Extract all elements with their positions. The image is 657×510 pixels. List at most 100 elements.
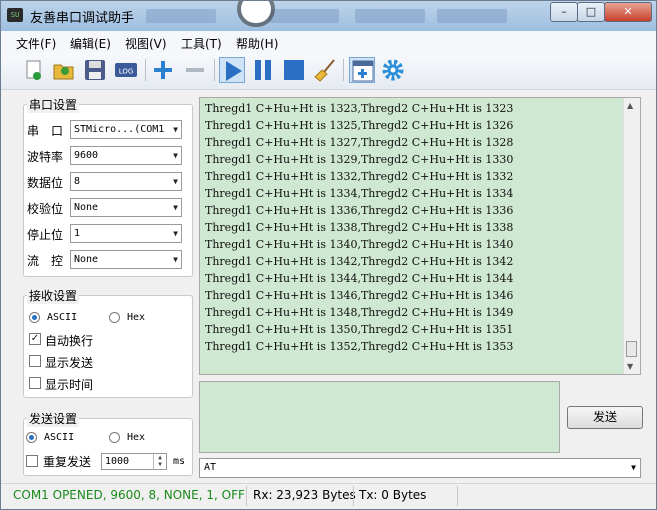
status-separator xyxy=(246,486,247,506)
clear-broom-icon[interactable] xyxy=(312,57,338,83)
receive-settings-title: 接收设置 xyxy=(27,287,80,304)
background-ghost-tab xyxy=(146,9,216,23)
command-combo[interactable]: AT ▼ xyxy=(199,458,641,478)
stopbits-label: 停止位 xyxy=(27,228,64,242)
receive-scrollbar[interactable]: ▲ ▼ xyxy=(623,98,640,374)
maximize-icon[interactable]: □ xyxy=(577,2,605,22)
svg-text:LOG: LOG xyxy=(119,68,134,76)
chevron-down-icon: ▼ xyxy=(173,177,178,186)
scroll-thumb[interactable] xyxy=(626,341,637,357)
open-icon[interactable] xyxy=(51,57,77,83)
receive-line: Thregd1 C+Hu+Ht is 1348,Thregd2 C+Hu+Ht … xyxy=(205,306,514,319)
receive-line: Thregd1 C+Hu+Ht is 1352,Thregd2 C+Hu+Ht … xyxy=(205,340,514,353)
chevron-down-icon: ▼ xyxy=(173,255,178,264)
menu-bar: 文件(F) 编辑(E) 视图(V) 工具(T) 帮助(H) xyxy=(1,31,656,53)
rx-hex-radio[interactable] xyxy=(109,312,120,323)
pause-icon[interactable] xyxy=(250,57,276,83)
parity-select[interactable]: None ▼ xyxy=(70,198,182,217)
tx-hex-radio[interactable] xyxy=(109,432,120,443)
add-icon[interactable] xyxy=(150,57,176,83)
rx-ascii-label: ASCII xyxy=(47,312,78,323)
toolbar: LOG xyxy=(1,53,656,90)
databits-label: 数据位 xyxy=(27,176,64,190)
interval-unit: ms xyxy=(173,456,186,467)
chevron-down-icon: ▼ xyxy=(173,203,178,212)
receive-text-area[interactable]: Thregd1 C+Hu+Ht is 1323,Thregd2 C+Hu+Ht … xyxy=(199,97,641,375)
app-logo-icon: SU xyxy=(7,8,23,22)
send-button[interactable]: 发送 xyxy=(567,406,643,429)
serial-settings-title: 串口设置 xyxy=(27,96,80,113)
toolbar-separator xyxy=(343,59,344,81)
show-send-label: 显示发送 xyxy=(45,356,94,370)
remove-icon[interactable] xyxy=(182,57,208,83)
port-value: STMicro...(COM1 xyxy=(74,124,165,135)
scroll-down-icon[interactable]: ▼ xyxy=(627,362,633,371)
background-ghost-tab xyxy=(437,9,507,23)
new-icon[interactable] xyxy=(21,57,47,83)
scroll-up-icon[interactable]: ▲ xyxy=(627,101,633,110)
chevron-down-icon: ▼ xyxy=(173,229,178,238)
menu-tools[interactable]: 工具(T) xyxy=(181,35,222,52)
command-value: AT xyxy=(204,462,217,473)
rx-hex-label: Hex xyxy=(127,312,146,323)
menu-file[interactable]: 文件(F) xyxy=(16,35,56,52)
window-add-icon[interactable] xyxy=(349,57,375,83)
send-text-area[interactable] xyxy=(199,381,560,453)
window-title: 友善串口调试助手 xyxy=(30,11,135,26)
repeat-interval-spinner[interactable]: 1000 ▲ ▼ xyxy=(101,453,167,470)
toolbar-separator xyxy=(145,59,146,81)
tx-count: Tx: 0 Bytes xyxy=(359,488,427,502)
stopbits-value: 1 xyxy=(74,228,81,239)
log-icon[interactable]: LOG xyxy=(113,57,139,83)
title-bar[interactable]: SU 友善串口调试助手 – □ ✕ xyxy=(1,1,656,31)
parity-label: 校验位 xyxy=(27,202,64,216)
databits-select[interactable]: 8 ▼ xyxy=(70,172,182,191)
chevron-down-icon: ▼ xyxy=(173,151,178,160)
repeat-send-checkbox[interactable] xyxy=(26,455,38,467)
save-icon[interactable] xyxy=(82,57,108,83)
receive-line: Thregd1 C+Hu+Ht is 1327,Thregd2 C+Hu+Ht … xyxy=(205,136,514,149)
play-icon[interactable] xyxy=(219,57,245,83)
stopbits-select[interactable]: 1 ▼ xyxy=(70,224,182,243)
toolbar-separator xyxy=(214,59,215,81)
receive-line: Thregd1 C+Hu+Ht is 1342,Thregd2 C+Hu+Ht … xyxy=(205,255,514,268)
show-time-checkbox[interactable] xyxy=(29,377,41,389)
show-send-checkbox[interactable] xyxy=(29,355,41,367)
tx-ascii-radio[interactable] xyxy=(26,432,37,443)
menu-help[interactable]: 帮助(H) xyxy=(236,35,278,52)
repeat-interval-value: 1000 xyxy=(105,456,130,467)
status-separator xyxy=(353,486,354,506)
baud-select[interactable]: 9600 ▼ xyxy=(70,146,182,165)
auto-wrap-checkbox[interactable]: ✓ xyxy=(29,333,41,345)
repeat-send-label: 重复发送 xyxy=(43,455,92,469)
receive-line: Thregd1 C+Hu+Ht is 1334,Thregd2 C+Hu+Ht … xyxy=(205,187,514,200)
baud-value: 9600 xyxy=(74,150,99,161)
flow-label: 流 控 xyxy=(27,254,64,268)
stop-icon[interactable] xyxy=(281,57,307,83)
settings-gear-icon[interactable] xyxy=(380,57,406,83)
menu-view[interactable]: 视图(V) xyxy=(125,35,167,52)
minimize-icon[interactable]: – xyxy=(550,2,578,22)
menu-edit[interactable]: 编辑(E) xyxy=(70,35,111,52)
receive-line: Thregd1 C+Hu+Ht is 1332,Thregd2 C+Hu+Ht … xyxy=(205,170,514,183)
receive-line: Thregd1 C+Hu+Ht is 1329,Thregd2 C+Hu+Ht … xyxy=(205,153,514,166)
background-ghost-tab xyxy=(269,9,339,23)
spinner-arrows-icon[interactable]: ▲ ▼ xyxy=(153,454,166,469)
port-select[interactable]: STMicro...(COM1 ▼ xyxy=(70,120,182,139)
receive-line: Thregd1 C+Hu+Ht is 1325,Thregd2 C+Hu+Ht … xyxy=(205,119,514,132)
chevron-down-icon: ▼ xyxy=(173,125,178,134)
flow-select[interactable]: None ▼ xyxy=(70,250,182,269)
receive-line: Thregd1 C+Hu+Ht is 1323,Thregd2 C+Hu+Ht … xyxy=(205,102,514,115)
parity-value: None xyxy=(74,202,99,213)
send-settings-title: 发送设置 xyxy=(27,410,80,427)
databits-value: 8 xyxy=(74,176,81,187)
connection-status: COM1 OPENED, 9600, 8, NONE, 1, OFF xyxy=(13,488,245,502)
close-icon[interactable]: ✕ xyxy=(604,2,652,22)
tx-ascii-label: ASCII xyxy=(44,432,75,443)
status-separator xyxy=(457,486,458,506)
auto-wrap-label: 自动换行 xyxy=(45,334,94,348)
tx-hex-label: Hex xyxy=(127,432,146,443)
rx-ascii-radio[interactable] xyxy=(29,312,40,323)
receive-line: Thregd1 C+Hu+Ht is 1338,Thregd2 C+Hu+Ht … xyxy=(205,221,514,234)
port-label: 串 口 xyxy=(27,124,64,138)
